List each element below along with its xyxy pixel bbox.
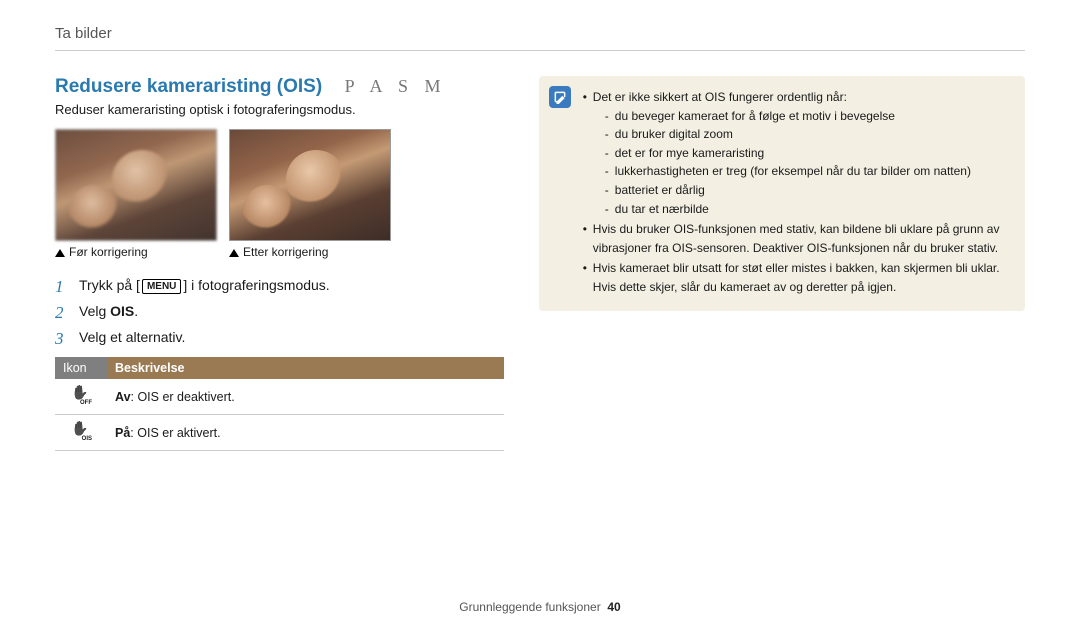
- ois-off-icon: OFF: [55, 379, 107, 414]
- caption-row: Før korrigering Etter korrigering: [55, 245, 504, 259]
- row-label: Av: [115, 390, 131, 404]
- table-header: Ikon Beskrivelse: [55, 357, 504, 379]
- row-rest: : OIS er aktivert.: [130, 426, 220, 440]
- step-2-post: .: [134, 303, 138, 319]
- top-divider: [55, 50, 1025, 51]
- note-icon: [549, 86, 571, 108]
- note-item-2: Hvis du bruker OIS-funksjonen med stativ…: [583, 220, 1011, 257]
- step-2-pre: Velg: [79, 303, 110, 319]
- note-list: Det er ikke sikkert at OIS fungerer orde…: [583, 88, 1011, 297]
- steps-list: 1 Trykk på [MENU] i fotograferingsmodus.…: [55, 277, 504, 349]
- note-sub-item: du beveger kameraet for å følge et motiv…: [605, 107, 1011, 126]
- note-sub-item: batteriet er dårlig: [605, 181, 1011, 200]
- ois-icon-sub: OIS: [81, 436, 93, 442]
- step-1-pre: Trykk på [: [79, 277, 140, 293]
- section-subheading: Reduser kameraristing optisk i fotografe…: [55, 102, 504, 117]
- breadcrumb: Ta bilder: [55, 25, 1025, 42]
- step-number: 2: [55, 303, 69, 323]
- ois-icon-sub: OFF: [79, 400, 93, 406]
- page-footer: Grunnleggende funksjoner 40: [0, 600, 1080, 614]
- note-sub-item: det er for mye kameraristing: [605, 144, 1011, 163]
- mode-indicators: P A S M: [345, 76, 447, 96]
- step-3: 3 Velg et alternativ.: [55, 329, 504, 349]
- caption-before: Før korrigering: [55, 245, 217, 259]
- table-row: OFF Av: OIS er deaktivert.: [55, 379, 504, 415]
- step-1: 1 Trykk på [MENU] i fotograferingsmodus.: [55, 277, 504, 297]
- caption-after: Etter korrigering: [229, 245, 391, 259]
- section-header: Redusere kameraristing (OIS) P A S M: [55, 76, 504, 98]
- note-sub-item: lukkerhastigheten er treg (for eksempel …: [605, 162, 1011, 181]
- footer-section: Grunnleggende funksjoner: [459, 600, 600, 614]
- step-2: 2 Velg OIS.: [55, 303, 504, 323]
- caption-after-text: Etter korrigering: [243, 245, 328, 259]
- content-columns: Redusere kameraristing (OIS) P A S M Red…: [55, 76, 1025, 451]
- footer-page-number: 40: [607, 600, 620, 614]
- step-1-text: Trykk på [MENU] i fotograferingsmodus.: [79, 277, 330, 294]
- step-number: 3: [55, 329, 69, 349]
- ois-on-desc: På: OIS er aktivert.: [107, 420, 504, 446]
- note-sub-item: du tar et nærbilde: [605, 200, 1011, 219]
- left-column: Redusere kameraristing (OIS) P A S M Red…: [55, 76, 504, 451]
- step-2-text: Velg OIS.: [79, 303, 138, 319]
- row-rest: : OIS er deaktivert.: [131, 390, 235, 404]
- note-box: Det er ikke sikkert at OIS fungerer orde…: [539, 76, 1025, 311]
- caption-before-text: Før korrigering: [69, 245, 148, 259]
- triangle-icon: [55, 249, 65, 257]
- triangle-icon: [229, 249, 239, 257]
- options-table: Ikon Beskrivelse OFF Av: OIS er deaktive…: [55, 357, 504, 451]
- menu-button-chip: MENU: [142, 279, 181, 294]
- table-header-ikon: Ikon: [55, 357, 107, 379]
- right-column: Det er ikke sikkert at OIS fungerer orde…: [539, 76, 1025, 451]
- table-header-desc: Beskrivelse: [107, 357, 504, 379]
- note-sub-item: du bruker digital zoom: [605, 125, 1011, 144]
- note-item-1-text: Det er ikke sikkert at OIS fungerer orde…: [593, 90, 847, 104]
- note-sublist: du beveger kameraet for å følge et motiv…: [593, 107, 1011, 219]
- ois-off-desc: Av: OIS er deaktivert.: [107, 384, 504, 410]
- section-title: Redusere kameraristing (OIS): [55, 76, 322, 97]
- ois-on-icon: OIS: [55, 415, 107, 450]
- sample-image-row: [55, 129, 504, 241]
- row-label: På: [115, 426, 130, 440]
- note-item-3: Hvis kameraet blir utsatt for støt eller…: [583, 259, 1011, 296]
- step-3-text: Velg et alternativ.: [79, 329, 185, 345]
- step-1-post: ] i fotograferingsmodus.: [183, 277, 329, 293]
- table-row: OIS På: OIS er aktivert.: [55, 415, 504, 451]
- sample-image-before: [55, 129, 217, 241]
- step-number: 1: [55, 277, 69, 297]
- step-2-bold: OIS: [110, 303, 134, 319]
- sample-image-after: [229, 129, 391, 241]
- note-item-1: Det er ikke sikkert at OIS fungerer orde…: [583, 88, 1011, 218]
